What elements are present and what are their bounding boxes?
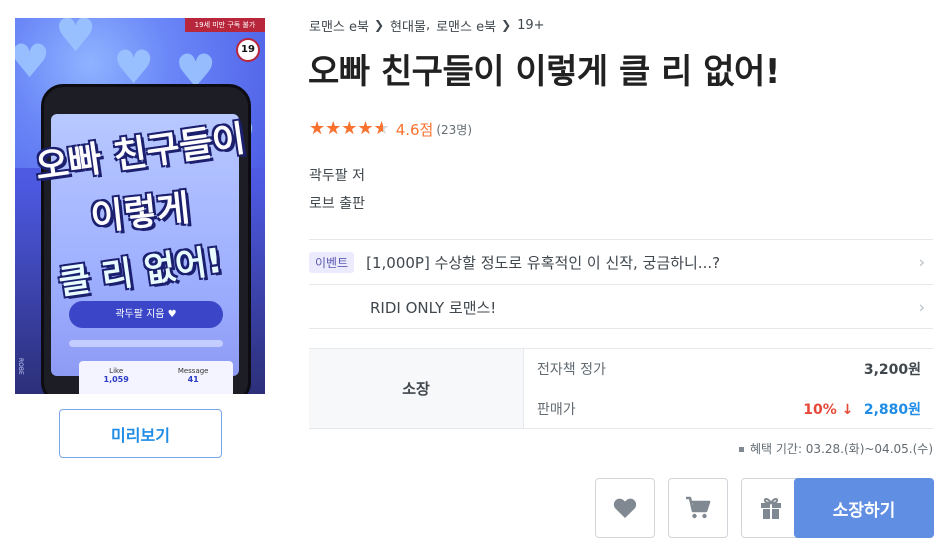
breadcrumb: 로맨스 e북 ❯ 현대물, 로맨스 e북 ❯ 19+ xyxy=(309,14,545,36)
cover-message-label: Message xyxy=(177,367,209,375)
event-row[interactable]: 이벤트 [1,000P] 수상할 정도로 유혹적인 이 신작, 궁금하니...?… xyxy=(309,240,933,284)
price-table: 소장 전자책 정가 3,200원 판매가 10% ↓ 2,880원 xyxy=(309,348,933,429)
gift-button[interactable] xyxy=(741,478,801,538)
book-cover[interactable]: ♥ ♥ ♥ ♥ ♥ 19세 미만 구독 불가 19 오빠 친구들이 이렇게 클 … xyxy=(15,18,265,394)
breadcrumb-item[interactable]: 현대물 xyxy=(390,16,426,35)
heart-decoration-icon: ♥ xyxy=(55,18,97,62)
benefit-period: 혜택 기간: 03.28.(화)~04.05.(수) xyxy=(738,440,933,457)
list-price-label: 전자책 정가 xyxy=(537,362,606,378)
event-text: RIDI ONLY 로맨스! xyxy=(370,298,497,317)
cover-title-art: 오빠 친구들이 이렇게 클 리 없어! xyxy=(15,118,265,303)
chevron-right-icon: › xyxy=(918,297,925,317)
star-rating-icon: ★★★★★ ★★★★★ xyxy=(309,118,390,139)
cover-like-label: Like xyxy=(109,367,124,375)
cover-publisher-mark: ROBE xyxy=(17,358,24,375)
preview-button[interactable]: 미리보기 xyxy=(59,409,222,458)
list-price-row: 전자책 정가 3,200원 xyxy=(537,349,921,389)
sale-price-label: 판매가 xyxy=(537,402,576,418)
chevron-right-icon: ❯ xyxy=(501,18,512,32)
wishlist-button[interactable] xyxy=(595,478,655,538)
divider xyxy=(309,328,933,329)
event-text: [1,000P] 수상할 정도로 유혹적인 이 신작, 궁금하니...? xyxy=(366,253,721,272)
cover-message-count: 41 xyxy=(187,375,199,384)
cover-like-count: 1,059 xyxy=(103,375,129,384)
cover-progress-bar xyxy=(69,340,223,347)
cover-message-stat: Message 41 xyxy=(178,361,209,394)
breadcrumb-item[interactable]: 로맨스 e북 xyxy=(436,16,496,35)
price-section-label: 소장 xyxy=(309,349,524,428)
rating[interactable]: ★★★★★ ★★★★★ 4.6점 (23명) xyxy=(309,118,472,140)
heart-icon xyxy=(613,498,637,518)
benefit-period-text: 혜택 기간: 03.28.(화)~04.05.(수) xyxy=(749,442,933,456)
age-19-badge: 19 xyxy=(236,38,260,62)
buy-button[interactable]: 소장하기 xyxy=(794,478,934,538)
heart-decoration-icon: ♥ xyxy=(15,34,51,88)
cover-author-pill: 곽두팔 지음 ♥ xyxy=(69,301,223,328)
book-title: 오빠 친구들이 이렇게 클 리 없어! xyxy=(308,52,780,92)
bullet-icon xyxy=(738,447,744,452)
breadcrumb-item[interactable]: 19+ xyxy=(517,18,544,33)
breadcrumb-item[interactable]: 로맨스 e북 xyxy=(309,16,369,35)
rating-count: (23명) xyxy=(436,122,473,137)
event-tag: 이벤트 xyxy=(309,251,355,273)
event-row[interactable]: RIDI ONLY 로맨스! › xyxy=(309,285,933,329)
cart-button[interactable] xyxy=(668,478,728,538)
chevron-right-icon: › xyxy=(918,252,925,272)
chevron-right-icon: ❯ xyxy=(373,18,385,32)
author-link[interactable]: 곽두팔 저 xyxy=(309,165,365,185)
gift-icon xyxy=(761,497,781,519)
discount-rate: 10% ↓ xyxy=(803,402,854,418)
rating-score: 4.6점 xyxy=(395,120,434,139)
publisher-link[interactable]: 로브 출판 xyxy=(309,193,365,213)
action-buttons xyxy=(595,478,801,538)
cart-icon xyxy=(686,496,711,519)
sale-price-row: 판매가 10% ↓ 2,880원 xyxy=(537,389,921,429)
list-price-value: 3,200원 xyxy=(863,362,921,378)
age-restriction-strip: 19세 미만 구독 불가 xyxy=(185,18,265,32)
arrow-down-icon: ↓ xyxy=(841,402,854,418)
sale-price-value: 2,880원 xyxy=(863,402,921,418)
breadcrumb-comma: , xyxy=(425,17,431,33)
cover-stats: Like 1,059 Message 41 xyxy=(79,361,233,394)
cover-like-stat: Like 1,059 xyxy=(104,361,129,394)
